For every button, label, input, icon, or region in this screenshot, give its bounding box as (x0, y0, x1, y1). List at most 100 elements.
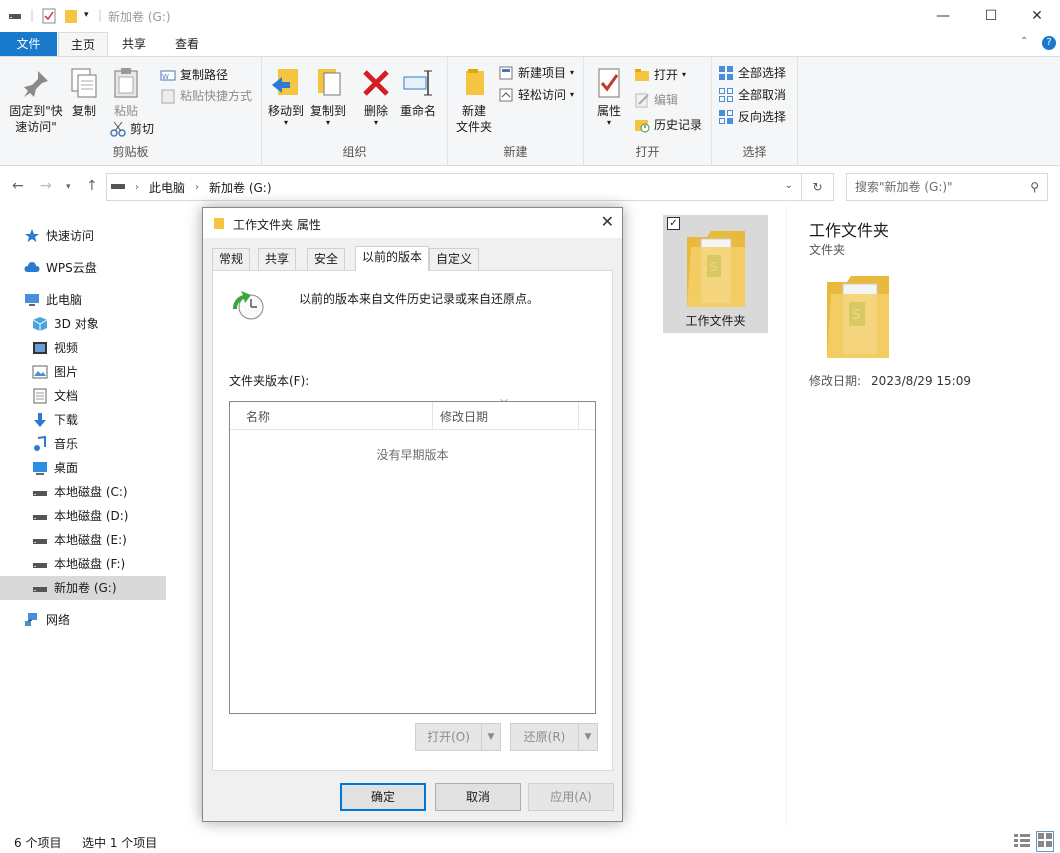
large-icons-view-icon[interactable] (1036, 831, 1054, 852)
tab-file[interactable]: 文件 (0, 32, 57, 57)
drive-icon (111, 180, 125, 194)
nav-item[interactable]: 文档 (32, 384, 78, 408)
open-button[interactable]: 打开 ▾ (634, 65, 686, 85)
nav-item[interactable]: 图片 (32, 360, 78, 384)
search-input[interactable]: 搜索"新加卷 (G:)" ⚲ (846, 173, 1048, 201)
restore-version-button[interactable]: 还原(R) ▼ (510, 723, 598, 751)
chevron-down-icon[interactable]: ▼ (482, 724, 500, 750)
modified-value: 2023/8/29 15:09 (871, 374, 971, 388)
column-modified[interactable]: 修改日期 (440, 408, 488, 425)
select-all-button[interactable]: 全部选择 (718, 63, 786, 83)
item-checkbox[interactable]: ✓ (667, 217, 680, 230)
move-to-icon (270, 67, 302, 99)
forward-arrow-icon[interactable]: → (40, 178, 52, 194)
close-button[interactable]: ✕ (1014, 0, 1060, 32)
paste-button[interactable]: 粘贴 (108, 67, 144, 119)
help-icon[interactable]: ? (1042, 36, 1056, 50)
folder-icon: S (683, 227, 749, 314)
tab-previous-versions[interactable]: 以前的版本 (355, 246, 430, 271)
folder-item[interactable]: ✓ S 工作文件夹 (663, 215, 768, 333)
breadcrumb-drive-g[interactable]: 新加卷 (G:) (209, 179, 272, 196)
maximize-button[interactable]: ☐ (968, 0, 1014, 32)
invert-selection-button[interactable]: 反向选择 (718, 107, 786, 127)
nav-item[interactable]: WPS云盘 (24, 256, 97, 280)
history-button[interactable]: 历史记录 (634, 115, 702, 135)
cut-button[interactable]: 剪切 (110, 119, 154, 139)
nav-item[interactable]: 下载 (32, 408, 78, 432)
versions-list[interactable]: 名称 ﹀ 修改日期 没有早期版本 (229, 399, 596, 714)
tab-view[interactable]: 查看 (163, 32, 211, 57)
clipboard-group: 固定到"快 速访问" 复制 粘贴 W 复制路径 粘贴快捷方式 剪切 剪贴板 (0, 57, 262, 165)
address-bar[interactable]: › 此电脑 › 新加卷 (G:) ⌄ (106, 173, 802, 201)
column-name[interactable]: 名称 (246, 408, 270, 425)
nav-item[interactable]: 视频 (32, 336, 78, 360)
chevron-down-icon: ▾ (682, 70, 687, 79)
tab-customize[interactable]: 自定义 (429, 248, 480, 270)
nav-item[interactable]: 此电脑 (24, 288, 82, 312)
edit-button[interactable]: 编辑 (634, 90, 678, 110)
minimize-button[interactable]: — (920, 0, 966, 32)
details-view-icon[interactable] (1014, 833, 1030, 850)
folder-preview-icon: S (823, 272, 893, 365)
properties-quick-icon[interactable] (42, 8, 56, 27)
easy-access-button[interactable]: 轻松访问 ▾ (498, 85, 574, 105)
tab-security[interactable]: 安全 (307, 248, 346, 270)
easy-access-label: 轻松访问 (518, 88, 567, 102)
recent-locations-icon[interactable]: ▾ (66, 182, 71, 192)
nav-item[interactable]: 本地磁盘 (F:) (32, 552, 125, 576)
address-dropdown-icon[interactable]: ⌄ (785, 180, 793, 191)
nav-item[interactable]: 快速访问 (24, 224, 94, 248)
nav-item[interactable]: 桌面 (32, 456, 78, 480)
chevron-down-icon: ▾ (570, 90, 575, 99)
dialog-close-button[interactable]: ✕ (601, 212, 614, 231)
window-title: 新加卷 (G:) (108, 10, 171, 24)
tab-sharing[interactable]: 共享 (258, 248, 297, 270)
nav-item[interactable]: 网络 (24, 608, 70, 632)
collapse-ribbon-icon[interactable]: ⌃ (1020, 36, 1028, 47)
paste-shortcut-icon (160, 88, 176, 104)
up-arrow-icon[interactable]: ↑ (86, 178, 98, 194)
properties-button[interactable]: 属性 ▾ (592, 67, 626, 127)
tab-share[interactable]: 共享 (110, 32, 158, 57)
document-icon (32, 388, 48, 404)
nav-item[interactable]: 新加卷 (G:) (0, 576, 166, 600)
nav-item-label: 本地磁盘 (F:) (54, 557, 126, 571)
refresh-button[interactable]: ↻ (802, 173, 834, 201)
new-folder-button[interactable]: 新建 文件夹 (452, 67, 496, 135)
apply-button[interactable]: 应用(A) (528, 783, 614, 811)
open-group: 属性 ▾ 打开 ▾ 编辑 历史记录 打开 (584, 57, 712, 165)
tab-general[interactable]: 常规 (212, 248, 251, 270)
rename-button[interactable]: 重命名 (396, 67, 440, 119)
chevron-down-icon[interactable]: ▼ (579, 724, 597, 750)
chevron-down-icon: ▾ (325, 118, 330, 127)
clipboard-group-label: 剪贴板 (112, 145, 149, 159)
history-icon (634, 117, 650, 133)
invert-selection-label: 反向选择 (738, 110, 787, 124)
nav-item[interactable]: 3D 对象 (32, 312, 99, 336)
copy-path-label: 复制路径 (180, 68, 229, 82)
customize-toolbar-icon[interactable]: ▾ (84, 10, 89, 20)
delete-button[interactable]: 删除 ▾ (358, 67, 394, 127)
nav-item[interactable]: 音乐 (32, 432, 78, 456)
open-version-button[interactable]: 打开(O) ▼ (415, 723, 501, 751)
move-to-button[interactable]: 移动到 ▾ (266, 67, 306, 127)
nav-item[interactable]: 本地磁盘 (D:) (32, 504, 128, 528)
new-folder-quick-icon[interactable] (64, 8, 78, 27)
paste-label: 粘贴 (113, 104, 138, 118)
nav-item-label: 快速访问 (46, 229, 95, 243)
nav-item[interactable]: 本地磁盘 (C:) (32, 480, 128, 504)
breadcrumb-this-pc[interactable]: 此电脑 (149, 179, 185, 196)
copy-path-button[interactable]: W 复制路径 (160, 65, 228, 85)
back-arrow-icon[interactable]: ← (12, 178, 24, 194)
pin-quick-access-button[interactable]: 固定到"快 速访问" (4, 67, 68, 135)
nav-item[interactable]: 本地磁盘 (E:) (32, 528, 127, 552)
nav-item-label: 本地磁盘 (E:) (54, 533, 127, 547)
copy-to-button[interactable]: 复制到 ▾ (308, 67, 348, 127)
cancel-button[interactable]: 取消 (435, 783, 521, 811)
paste-shortcut-button[interactable]: 粘贴快捷方式 (160, 86, 252, 106)
select-none-button[interactable]: 全部取消 (718, 85, 786, 105)
new-item-button[interactable]: 新建项目 ▾ (498, 63, 574, 83)
ok-button[interactable]: 确定 (340, 783, 426, 811)
copy-button[interactable]: 复制 (66, 67, 102, 119)
tab-home[interactable]: 主页 (58, 32, 109, 57)
